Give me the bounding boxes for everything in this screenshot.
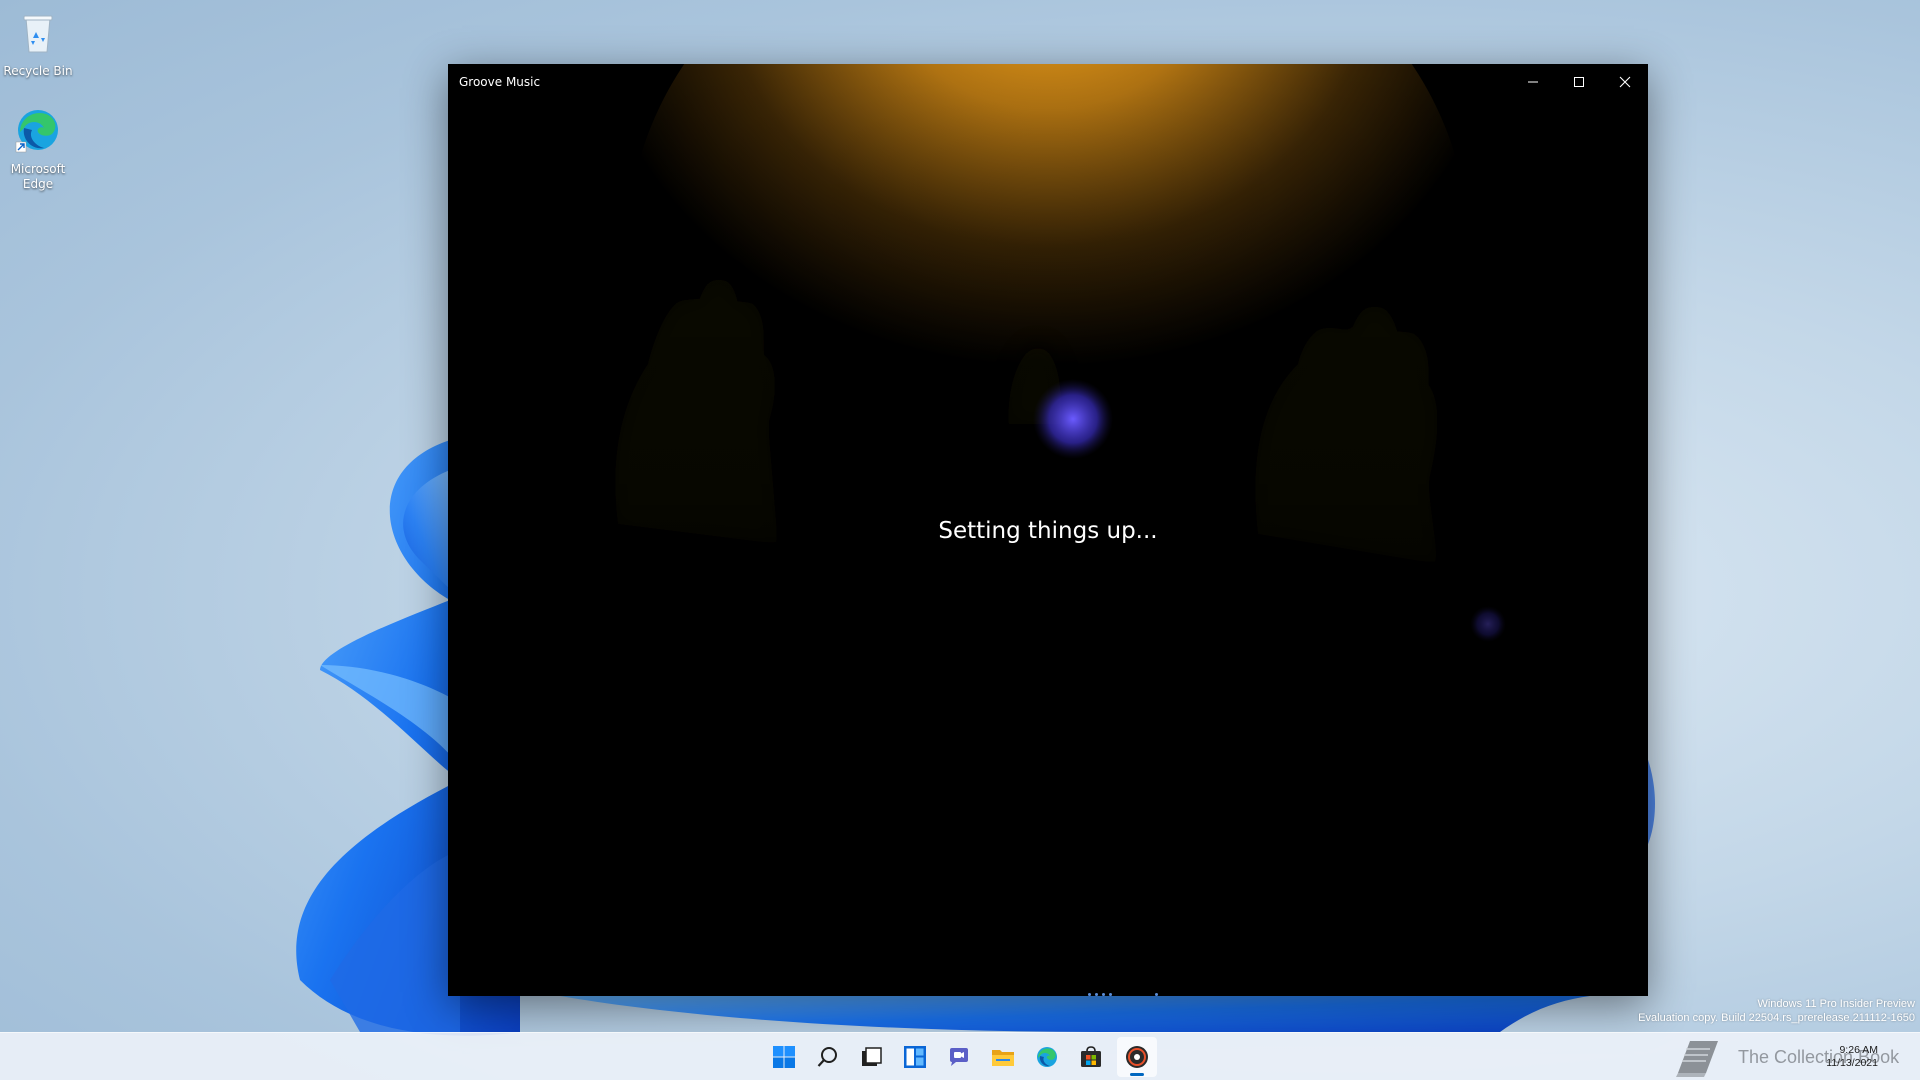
close-icon: [1619, 76, 1631, 88]
progress-dot: [1109, 993, 1112, 996]
watermark-line-1: Windows 11 Pro Insider Preview: [1757, 998, 1915, 1010]
edge-icon: [1037, 1047, 1057, 1067]
desktop: Recycle Bin Microsoft Edge Groove Music …: [0, 0, 1920, 1080]
setup-status-text: Setting things up...: [938, 518, 1158, 544]
loading-progress-dots: [1088, 993, 1168, 996]
edge-icon: [15, 110, 58, 153]
progress-dot: [1095, 993, 1098, 996]
groove-music-window[interactable]: Groove Music Setting things up...: [448, 64, 1648, 996]
start-button[interactable]: [764, 1037, 804, 1077]
file-explorer-icon: [992, 1050, 1014, 1066]
minimize-icon: [1528, 81, 1538, 83]
task-view-icon: [862, 1047, 882, 1066]
edge-label: Microsoft Edge: [10, 162, 66, 191]
window-title: Groove Music: [459, 75, 541, 89]
store-icon: [1081, 1046, 1101, 1067]
clock-date: 11/13/2021: [1826, 1057, 1878, 1069]
close-button[interactable]: [1602, 64, 1648, 100]
progress-dot: [1088, 993, 1091, 996]
progress-dot: [1102, 993, 1105, 996]
evaluation-watermark: Windows 11 Pro Insider Preview Evaluatio…: [1638, 997, 1915, 1025]
clock[interactable]: 9:26 AM 11/13/2021: [1826, 1044, 1878, 1070]
groove-music-button[interactable]: [1117, 1037, 1157, 1077]
widgets-button[interactable]: [895, 1037, 935, 1077]
clock-time: 9:26 AM: [1839, 1044, 1878, 1056]
file-explorer-button[interactable]: [983, 1037, 1023, 1077]
search-button[interactable]: [808, 1037, 848, 1077]
taskbar: The Collection Book 9:26 AM 11/13/2021: [0, 1032, 1920, 1080]
progress-dot: [1155, 993, 1158, 996]
active-app-indicator: [1130, 1073, 1144, 1076]
edge-button[interactable]: [1027, 1037, 1067, 1077]
task-view-button[interactable]: [851, 1037, 891, 1077]
groove-music-icon: [1126, 1046, 1148, 1068]
widgets-icon: [904, 1046, 926, 1068]
store-button[interactable]: [1071, 1037, 1111, 1077]
chat-button[interactable]: [939, 1037, 979, 1077]
watermark-line-2: Evaluation copy. Build 22504.rs_prerelea…: [1638, 1012, 1915, 1024]
title-bar[interactable]: Groove Music: [448, 64, 1648, 100]
search-icon: [817, 1047, 837, 1067]
recycle-bin-shortcut[interactable]: Recycle Bin: [0, 8, 76, 79]
chat-icon: [950, 1048, 968, 1066]
recycle-bin-icon: [23, 15, 53, 53]
maximize-icon: [1574, 77, 1584, 87]
book-icon: [1676, 1041, 1718, 1077]
maximize-button[interactable]: [1556, 64, 1602, 100]
recycle-bin-label: Recycle Bin: [3, 64, 73, 78]
start-icon: [773, 1046, 795, 1068]
edge-shortcut[interactable]: Microsoft Edge: [0, 106, 76, 192]
minimize-button[interactable]: [1510, 64, 1556, 100]
system-tray: The Collection Book 9:26 AM 11/13/2021: [1660, 1033, 1920, 1080]
